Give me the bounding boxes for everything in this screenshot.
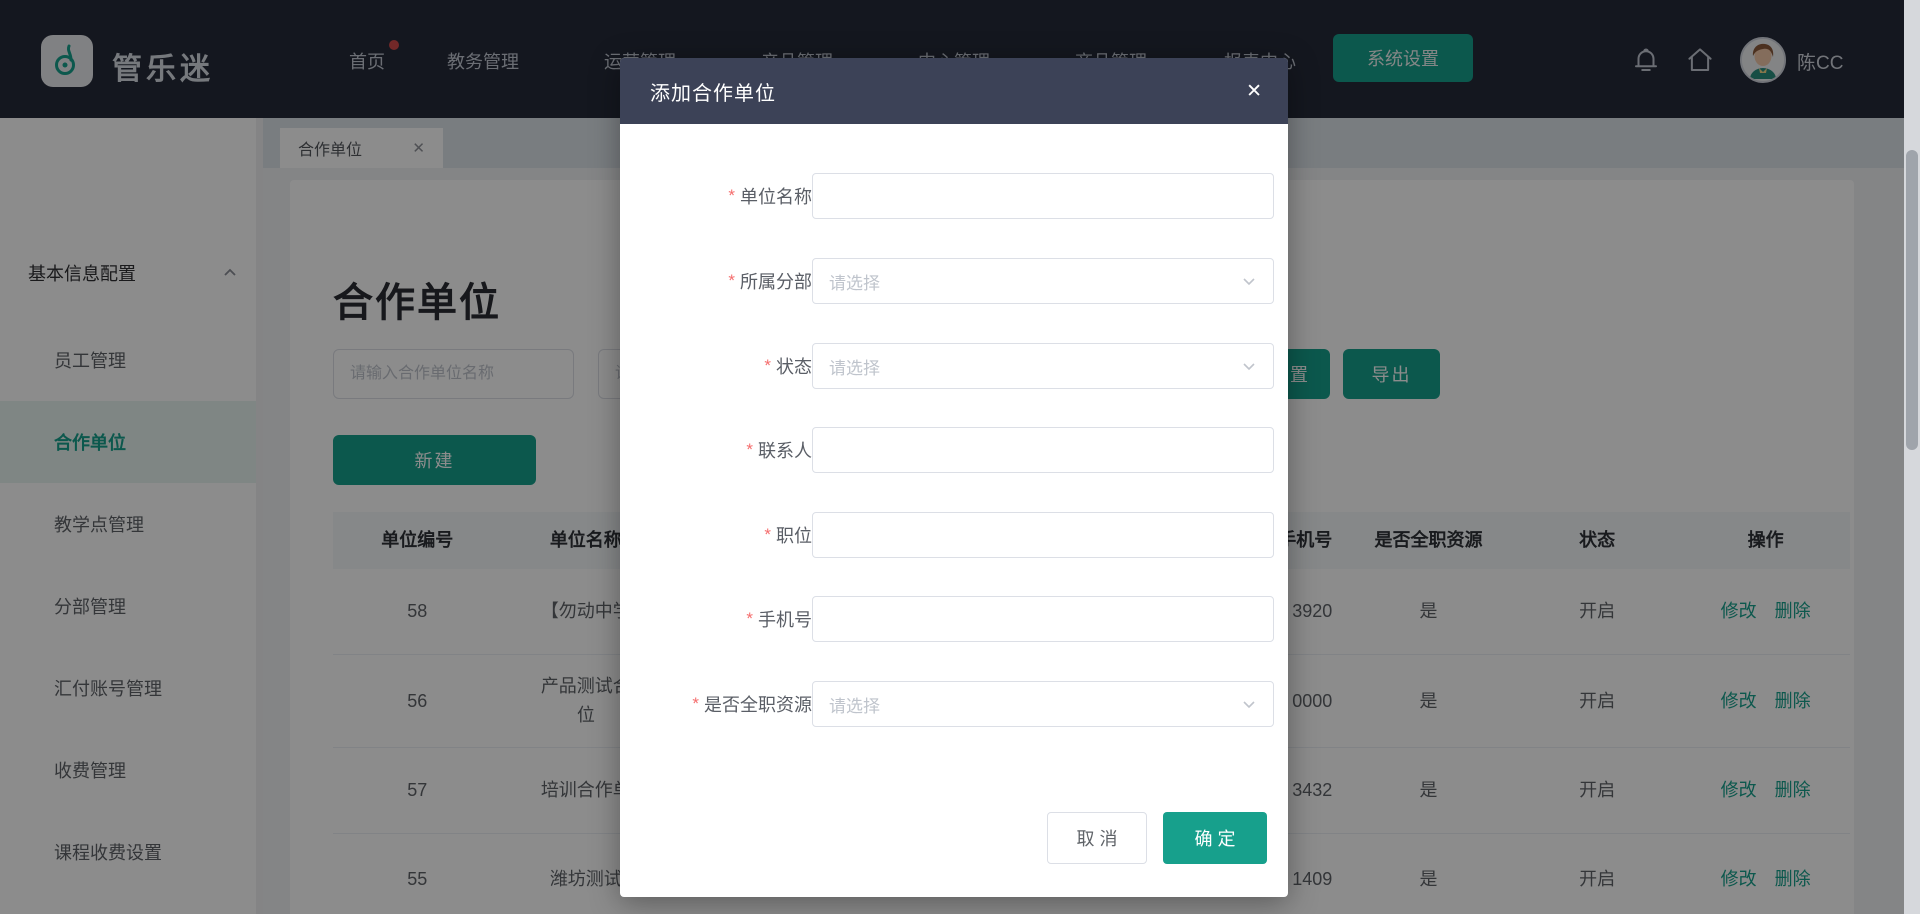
required-asterisk: * [746, 440, 753, 460]
confirm-button[interactable]: 确 定 [1163, 812, 1267, 864]
modal-header: 添加合作单位 ✕ [620, 58, 1288, 124]
field-label: * 职位 [640, 512, 812, 558]
contact-input[interactable] [812, 427, 1274, 473]
chevron-down-icon [1241, 273, 1257, 289]
field-label-text: 状态 [776, 353, 812, 379]
select-placeholder: 请选择 [829, 269, 880, 294]
field-branch: * 所属分部 请选择 [620, 258, 1288, 304]
required-asterisk: * [764, 356, 771, 376]
required-asterisk: * [728, 271, 735, 291]
field-label-text: 手机号 [758, 606, 812, 632]
field-label-text: 联系人 [758, 437, 812, 463]
required-asterisk: * [764, 525, 771, 545]
phone-input[interactable] [812, 596, 1274, 642]
cancel-button[interactable]: 取 消 [1047, 812, 1147, 864]
required-asterisk: * [728, 186, 735, 206]
select-placeholder: 请选择 [829, 354, 880, 379]
chevron-down-icon [1241, 696, 1257, 712]
unit-name-input[interactable] [812, 173, 1274, 219]
chevron-down-icon [1241, 358, 1257, 374]
position-input[interactable] [812, 512, 1274, 558]
field-fulltime: * 是否全职资源 请选择 [620, 681, 1288, 727]
field-label-text: 单位名称 [740, 183, 812, 209]
field-label: * 手机号 [640, 596, 812, 642]
close-icon[interactable]: ✕ [1246, 82, 1262, 101]
field-contact: * 联系人 [620, 427, 1288, 473]
scrollbar-thumb[interactable] [1906, 150, 1918, 450]
field-unit-name: * 单位名称 [620, 173, 1288, 219]
add-partner-unit-modal: 添加合作单位 ✕ * 单位名称 * 所属分部 请选择 * 状态 请选择 * [620, 58, 1288, 897]
field-label: * 是否全职资源 [640, 681, 812, 727]
required-asterisk: * [746, 609, 753, 629]
field-label: * 单位名称 [640, 173, 812, 219]
fulltime-select[interactable]: 请选择 [812, 681, 1274, 727]
field-status: * 状态 请选择 [620, 343, 1288, 389]
field-position: * 职位 [620, 512, 1288, 558]
modal-title: 添加合作单位 [650, 77, 776, 106]
branch-select[interactable]: 请选择 [812, 258, 1274, 304]
select-placeholder: 请选择 [829, 692, 880, 717]
field-label-text: 职位 [776, 522, 812, 548]
required-asterisk: * [692, 694, 699, 714]
field-label: * 所属分部 [640, 258, 812, 304]
status-select[interactable]: 请选择 [812, 343, 1274, 389]
page-scrollbar[interactable] [1904, 0, 1920, 914]
field-label-text: 所属分部 [740, 268, 812, 294]
field-phone: * 手机号 [620, 596, 1288, 642]
field-label: * 联系人 [640, 427, 812, 473]
field-label-text: 是否全职资源 [704, 691, 812, 717]
field-label: * 状态 [640, 343, 812, 389]
